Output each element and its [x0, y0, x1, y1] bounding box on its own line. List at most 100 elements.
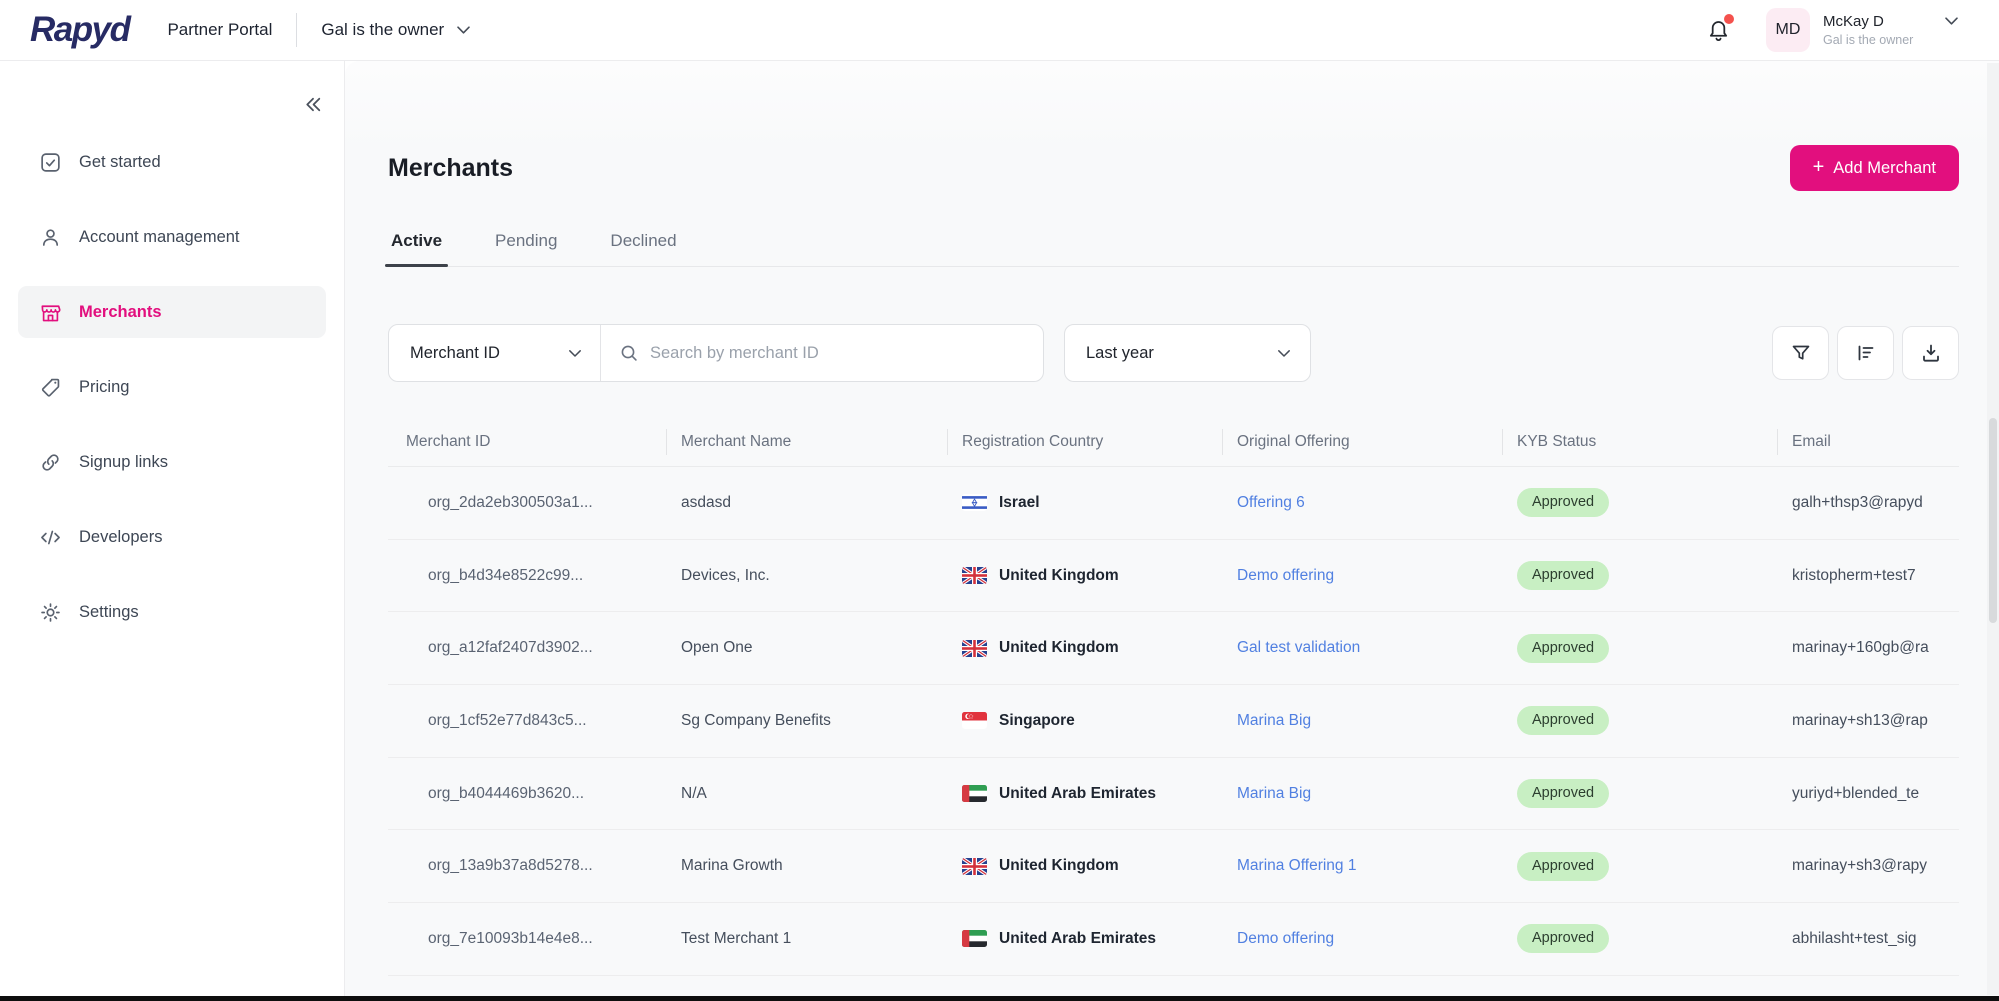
original-offering-cell: Marina Offering 1 [1222, 857, 1502, 875]
chevron-down-icon [1944, 16, 1959, 26]
column-header-original-offering: Original Offering [1222, 433, 1502, 451]
registration-country-cell: Singapore [947, 712, 1222, 730]
original-offering-cell: Demo offering [1222, 930, 1502, 948]
country-name: Israel [999, 493, 1040, 511]
kyb-status-badge: Approved [1517, 851, 1610, 881]
table-body: org_2da2eb300503a1... asdasd Israel Offe… [388, 467, 1959, 976]
table-toolbar [1772, 326, 1959, 380]
download-button[interactable] [1902, 326, 1959, 380]
notification-bell-icon[interactable] [1705, 13, 1734, 44]
filter-button[interactable] [1772, 326, 1829, 380]
merchant-id-cell: org_7e10093b14e4e8... [428, 929, 593, 947]
scrollbar-thumb[interactable] [1989, 418, 1997, 623]
original-offering-cell: Offering 6 [1222, 494, 1502, 512]
plus-icon: + [1812, 156, 1825, 178]
merchant-id-cell: org_2da2eb300503a1... [428, 493, 593, 511]
table-row[interactable]: org_7e10093b14e4e8... Test Merchant 1 Un… [388, 903, 1959, 976]
search-combo: Merchant ID [388, 324, 1044, 382]
checkbox-icon [39, 151, 62, 174]
column-header-kyb-status: KYB Status [1502, 433, 1777, 451]
merchant-name-cell: Open One [681, 639, 753, 657]
sidebar-item-label: Pricing [79, 377, 130, 396]
table-row[interactable]: org_2da2eb300503a1... asdasd Israel Offe… [388, 467, 1959, 540]
table-row[interactable]: org_b4d34e8522c99... Devices, Inc. Unite… [388, 540, 1959, 613]
search-field-selector[interactable]: Merchant ID [389, 325, 601, 381]
merchant-name-cell: N/A [681, 784, 707, 802]
page-title: Merchants [388, 153, 514, 182]
workspace-selector-label: Gal is the owner [321, 20, 445, 39]
sidebar-item-merchants[interactable]: Merchants [18, 286, 326, 338]
tab-active[interactable]: Active [384, 231, 449, 267]
country-name: Singapore [999, 711, 1075, 729]
registration-country-cell: United Kingdom [947, 639, 1222, 657]
offering-link[interactable]: Demo offering [1237, 567, 1334, 584]
country-name: United Kingdom [999, 566, 1119, 584]
search-box [601, 325, 1043, 381]
merchant-id-cell: org_1cf52e77d843c5... [428, 711, 587, 729]
offering-link[interactable]: Marina Big [1237, 712, 1311, 729]
collapse-sidebar-icon[interactable] [301, 93, 324, 116]
tab-label: Declined [610, 231, 677, 250]
workspace-selector[interactable]: Gal is the owner [321, 20, 471, 40]
offering-link[interactable]: Demo offering [1237, 930, 1334, 947]
sidebar-item-account-management[interactable]: Account management [18, 211, 326, 263]
offering-link[interactable]: Offering 6 [1237, 494, 1305, 511]
tag-icon [39, 376, 62, 399]
country-name: United Kingdom [999, 639, 1119, 657]
flag-gb-icon [962, 857, 987, 875]
sidebar-item-get-started[interactable]: Get started [18, 136, 326, 188]
merchants-table: Merchant ID Merchant Name Registration Cou… [388, 417, 1959, 976]
flag-gb-icon [962, 567, 987, 585]
flag-sg-icon [962, 712, 987, 730]
sidebar-item-settings[interactable]: Settings [18, 586, 326, 638]
merchant-id-cell: org_b4d34e8522c99... [428, 566, 584, 584]
column-header-merchant-id: Merchant ID [406, 432, 491, 450]
kyb-status-cell: Approved [1502, 706, 1777, 736]
flag-il-icon [962, 494, 987, 512]
search-input[interactable] [650, 343, 1027, 363]
user-menu[interactable]: MD McKay D Gal is the owner [1766, 8, 1959, 52]
scrollbar-track[interactable] [1987, 63, 1999, 995]
table-row[interactable]: org_1cf52e77d843c5... Sg Company Benefit… [388, 685, 1959, 758]
sidebar-item-pricing[interactable]: Pricing [18, 361, 326, 413]
link-icon [39, 451, 62, 474]
chevron-down-icon [456, 25, 471, 35]
sidebar-item-label: Merchants [79, 302, 162, 321]
tab-pending[interactable]: Pending [492, 231, 560, 266]
sort-button[interactable] [1837, 326, 1894, 380]
merchant-name-cell: Sg Company Benefits [681, 711, 831, 729]
date-range-selector[interactable]: Last year [1064, 324, 1311, 382]
notification-dot [1724, 13, 1734, 24]
sidebar-item-developers[interactable]: Developers [18, 511, 326, 563]
table-header-row: Merchant ID Merchant Name Registration Cou… [388, 417, 1959, 467]
kyb-status-badge: Approved [1517, 561, 1610, 591]
registration-country-cell: Israel [947, 494, 1222, 512]
kyb-status-badge: Approved [1517, 706, 1610, 736]
kyb-status-badge: Approved [1517, 488, 1610, 518]
email-cell: marinay+160gb@ra [1792, 639, 1929, 657]
tab-bar: Active Pending Declined [384, 231, 1959, 267]
sidebar-item-signup-links[interactable]: Signup links [18, 436, 326, 488]
offering-link[interactable]: Marina Big [1237, 785, 1311, 802]
table-row[interactable]: org_13a9b37a8d5278... Marina Growth Unit… [388, 830, 1959, 904]
tab-declined[interactable]: Declined [607, 231, 679, 266]
kyb-status-cell: Approved [1502, 851, 1777, 881]
search-icon [619, 343, 639, 363]
merchant-id-cell: org_b4044469b3620... [428, 784, 585, 802]
store-icon [39, 301, 62, 324]
table-row[interactable]: org_b4044469b3620... N/A United Arab Emi… [388, 758, 1959, 831]
add-merchant-button[interactable]: + Add Merchant [1789, 145, 1959, 191]
email-cell: abhilasht+test_sig [1792, 929, 1917, 947]
tab-label: Active [391, 231, 443, 250]
offering-link[interactable]: Marina Offering 1 [1237, 857, 1356, 874]
sidebar-item-label: Signup links [79, 452, 168, 471]
merchant-name-cell: Devices, Inc. [681, 566, 770, 584]
offering-link[interactable]: Gal test validation [1237, 639, 1360, 656]
email-cell: yuriyd+blended_te [1792, 784, 1920, 802]
tab-label: Pending [495, 231, 558, 250]
kyb-status-cell: Approved [1502, 779, 1777, 809]
table-row[interactable]: org_a12faf2407d3902... Open One United K… [388, 612, 1959, 686]
gear-icon [39, 601, 62, 624]
email-cell: galh+thsp3@rapyd [1792, 493, 1923, 511]
column-header-email: Email [1777, 433, 1959, 451]
